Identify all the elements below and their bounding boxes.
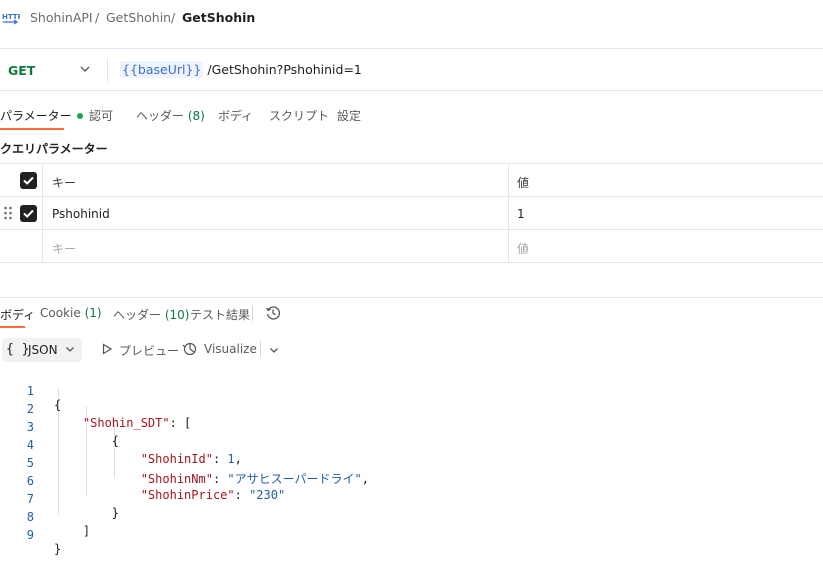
braces-icon: { } bbox=[6, 342, 30, 357]
visualize-icon[interactable] bbox=[182, 341, 198, 357]
divider bbox=[0, 90, 823, 91]
row-checkbox[interactable] bbox=[20, 205, 37, 222]
divider bbox=[0, 48, 823, 49]
tab-settings[interactable]: 設定 bbox=[337, 107, 361, 124]
chevron-down-icon[interactable] bbox=[268, 344, 280, 356]
table-row[interactable]: Pshohinid 1 bbox=[0, 196, 823, 230]
code-line: 7 } bbox=[26, 492, 120, 520]
response-tab-test-results[interactable]: テスト結果 bbox=[190, 306, 250, 323]
code-line: 1 { bbox=[26, 384, 62, 412]
svg-text:HTTP: HTTP bbox=[2, 13, 20, 21]
param-key[interactable]: Pshohinid bbox=[52, 207, 110, 221]
breadcrumb-folder[interactable]: GetShohin bbox=[106, 10, 171, 25]
divider bbox=[107, 58, 108, 82]
section-title: クエリパラメーター bbox=[0, 142, 108, 156]
table-row-empty[interactable]: キー 値 bbox=[0, 229, 823, 263]
tab-scripts[interactable]: スクリプト bbox=[269, 107, 329, 124]
method-label[interactable]: GET bbox=[8, 63, 35, 78]
new-key-input[interactable]: キー bbox=[52, 240, 76, 257]
column-divider bbox=[508, 163, 509, 262]
url-input[interactable]: {{baseUrl}} /GetShohin?Pshohinid=1 bbox=[120, 61, 362, 78]
divider bbox=[0, 297, 823, 298]
tab-headers[interactable]: ヘッダー (8) bbox=[136, 107, 205, 124]
divider bbox=[260, 341, 261, 357]
breadcrumb-separator: / bbox=[171, 10, 176, 25]
active-tab-indicator bbox=[0, 326, 25, 328]
column-divider bbox=[42, 163, 43, 262]
code-line: 6 "ShohinPrice": "230" bbox=[26, 474, 286, 502]
history-icon[interactable] bbox=[265, 305, 281, 321]
code-line: 5 "ShohinNm": "アサヒスーパードライ", bbox=[26, 456, 369, 486]
divider bbox=[0, 262, 823, 263]
column-header-key: キー bbox=[52, 176, 77, 190]
code-line: 3 { bbox=[26, 420, 120, 448]
drag-handle-icon[interactable] bbox=[4, 206, 12, 220]
response-tab-cookies[interactable]: Cookie (1) bbox=[40, 306, 102, 320]
url-variable[interactable]: {{baseUrl}} bbox=[120, 61, 204, 78]
new-value-input[interactable]: 値 bbox=[517, 240, 529, 257]
code-line: 9 } bbox=[26, 528, 62, 556]
divider bbox=[252, 305, 253, 321]
response-tab-body[interactable]: ボディ bbox=[0, 306, 35, 323]
chevron-down-icon[interactable] bbox=[78, 62, 92, 76]
tab-params[interactable]: パラメーター bbox=[0, 107, 83, 124]
visualize-button[interactable]: Visualize bbox=[204, 342, 257, 356]
format-label[interactable]: JSON bbox=[28, 343, 58, 357]
chevron-down-icon[interactable] bbox=[64, 343, 76, 355]
param-value[interactable]: 1 bbox=[517, 207, 525, 221]
http-icon: HTTP bbox=[2, 10, 23, 26]
url-path[interactable]: /GetShohin?Pshohinid=1 bbox=[207, 62, 362, 77]
column-header-value: 値 bbox=[517, 176, 530, 190]
code-line: 4 "ShohinId": 1, bbox=[26, 438, 242, 466]
preview-button[interactable]: プレビュー bbox=[119, 342, 179, 359]
code-line: 2 "Shohin_SDT": [ bbox=[26, 402, 192, 430]
code-line: 8 ] bbox=[26, 510, 91, 538]
play-icon[interactable] bbox=[101, 343, 113, 355]
select-all-checkbox[interactable] bbox=[20, 172, 37, 189]
active-tab-indicator bbox=[0, 128, 64, 130]
breadcrumb-separator: / bbox=[95, 10, 100, 25]
tab-authorization[interactable]: 認可 bbox=[89, 107, 113, 124]
table-header-row: キー 値 bbox=[0, 163, 823, 197]
response-tab-headers[interactable]: ヘッダー (10) bbox=[113, 306, 189, 323]
tab-body[interactable]: ボディ bbox=[218, 107, 253, 124]
breadcrumb-collection[interactable]: ShohinAPI bbox=[30, 10, 93, 25]
params-indicator-dot bbox=[76, 112, 83, 119]
breadcrumb-request[interactable]: GetShohin bbox=[182, 10, 255, 25]
